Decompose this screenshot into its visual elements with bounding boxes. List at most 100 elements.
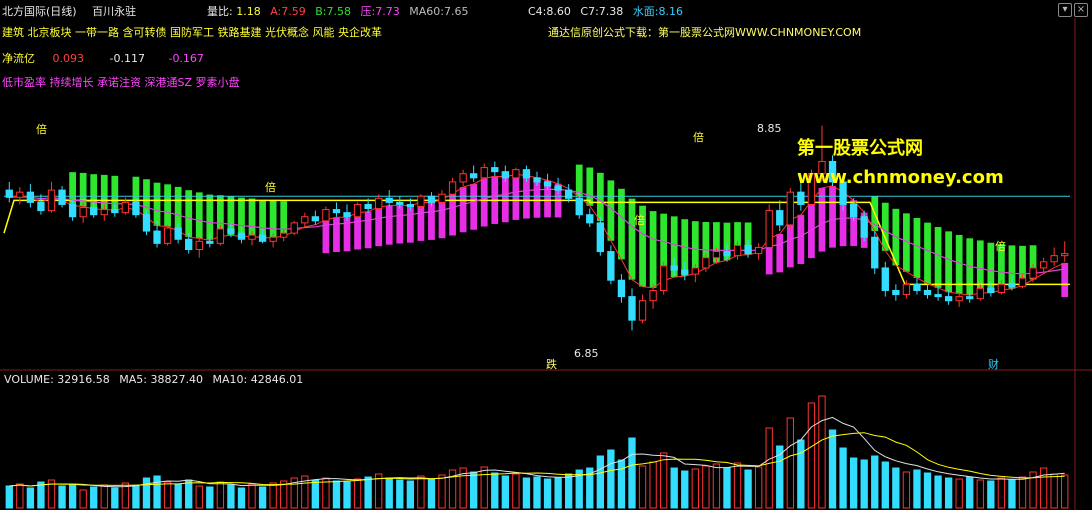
candle-body	[417, 195, 425, 207]
volume-bar	[892, 467, 900, 509]
volume-bar	[659, 452, 668, 509]
volume-layer	[5, 395, 1069, 509]
collapse-button[interactable]: ▾	[1058, 3, 1072, 17]
volume-bar	[385, 477, 393, 509]
volume-bar	[638, 465, 647, 509]
volume-bar	[955, 478, 963, 509]
concept-tag: 风能	[312, 26, 335, 39]
volume-bar	[417, 475, 425, 509]
magenta-histogram-bar	[364, 211, 372, 249]
volume-bar	[427, 478, 436, 509]
green-histogram-bar	[913, 218, 921, 278]
candle-body	[638, 300, 647, 321]
b-value: 7.58	[326, 5, 352, 18]
candle-body	[987, 287, 995, 294]
candle-body	[723, 251, 731, 257]
candle-body	[385, 197, 393, 203]
a-label: A:	[270, 5, 282, 18]
volume-bar	[786, 417, 794, 509]
concept-tag: 光伏概念	[265, 26, 309, 39]
candle-body	[586, 214, 594, 224]
magenta-histogram-bar	[385, 205, 393, 245]
candle-body	[58, 189, 66, 205]
candle-body	[227, 228, 235, 234]
ya-label: 压:	[360, 5, 376, 18]
candle-body	[892, 289, 900, 296]
candle-body	[343, 212, 351, 218]
volume-bar	[512, 473, 520, 509]
candle-body	[26, 191, 35, 203]
net-flow-v3: -0.167	[168, 52, 204, 65]
volume-bar	[269, 482, 277, 509]
volume-bar	[163, 481, 172, 509]
net-flow-v1: 0.093	[52, 52, 85, 65]
volume-bar	[195, 485, 203, 509]
volume-bar	[712, 463, 721, 509]
volume-bar	[16, 483, 24, 509]
candle-body	[575, 197, 583, 216]
volume-label: VOLUME:	[4, 373, 54, 386]
volume-bar	[237, 487, 246, 509]
candle-body	[353, 203, 362, 218]
volume-bar	[206, 486, 214, 509]
candle-body	[216, 228, 225, 244]
c7-label: C7:	[580, 5, 599, 18]
candle-body	[427, 195, 436, 203]
volume-bar	[913, 469, 921, 509]
candle-body	[1061, 253, 1069, 257]
volume-bar	[681, 470, 689, 509]
volume-bar	[343, 481, 351, 509]
volume-bar	[58, 485, 66, 509]
volume-bar	[849, 457, 858, 509]
candle-body	[132, 201, 140, 216]
volume-bar	[744, 469, 752, 509]
concept-tag: 建筑	[2, 26, 24, 39]
concept-tag: 一带一路	[75, 26, 119, 39]
bei-marker: 倍	[634, 214, 645, 227]
volume-bar	[670, 467, 678, 509]
candle-body	[681, 269, 689, 275]
volume-bar	[111, 487, 119, 509]
candle-body	[607, 251, 615, 281]
candle-body	[311, 216, 320, 222]
candle-body	[1050, 255, 1058, 263]
magenta-histogram-bar	[428, 202, 435, 240]
volume-bar	[216, 481, 225, 509]
volume-bar	[628, 437, 636, 509]
green-histogram-bar	[153, 182, 161, 226]
green-histogram-bar	[618, 188, 625, 260]
candle-body	[111, 209, 119, 214]
volume-bar	[564, 473, 573, 509]
volume-bar	[501, 475, 510, 509]
candle-body	[754, 246, 763, 255]
net-flow-v2: -0.117	[109, 52, 145, 65]
candle-body	[670, 265, 678, 271]
magenta-histogram-bar	[829, 185, 836, 248]
bei-marker: 倍	[693, 131, 704, 144]
candle-body	[776, 210, 784, 226]
candle-body	[448, 181, 457, 195]
volume-bar	[649, 461, 657, 509]
watermark-url: www.chnmoney.com	[797, 167, 1004, 188]
shuimian-value: 8.16	[658, 5, 684, 18]
volume-bar	[153, 475, 161, 509]
feature-tag: 深港通SZ	[144, 76, 193, 89]
volume-bar	[5, 485, 13, 509]
candle-body	[237, 232, 246, 240]
volume-bar	[470, 471, 478, 509]
green-histogram-bar	[596, 172, 604, 222]
volume-bar	[1008, 479, 1016, 509]
ma60-value: 7.65	[443, 5, 469, 18]
magenta-histogram-bar	[406, 205, 414, 243]
concept-tag: 北京板块	[27, 26, 72, 39]
volume-bar	[1061, 474, 1069, 509]
concept-tags: 建筑 北京板块 一带一路 含可转债 国防军工 铁路基建 光伏概念 风能 央企改革	[2, 24, 382, 40]
magenta-histogram-bar	[459, 187, 467, 233]
magenta-histogram-bar	[396, 205, 404, 244]
feature-tag: 承诺注资	[97, 76, 141, 89]
candle-body	[733, 244, 742, 257]
candle-body	[5, 189, 13, 198]
close-icon[interactable]: ×	[1074, 3, 1088, 17]
volume-bar	[966, 476, 974, 509]
candle-body	[375, 197, 383, 210]
